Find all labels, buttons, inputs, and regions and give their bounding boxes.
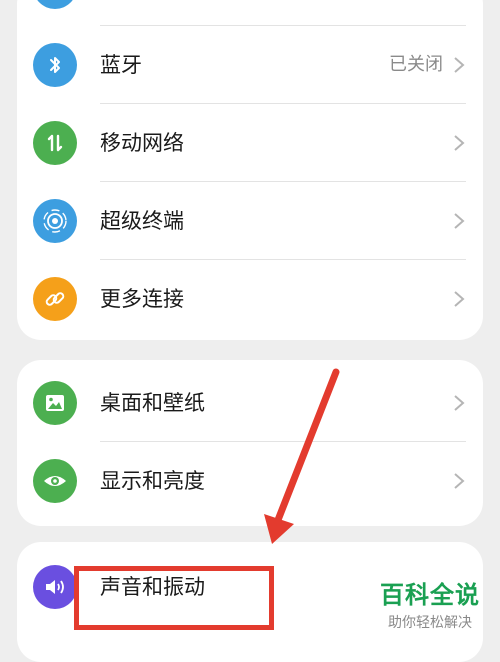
watermark-title: 百科全说 xyxy=(380,581,480,609)
annotation-arrow xyxy=(264,368,340,544)
watermark-subtitle: 助你轻松解决 xyxy=(388,615,472,631)
highlight-box xyxy=(74,566,274,630)
watermark: 百科全说 助你轻松解决 xyxy=(370,575,490,632)
